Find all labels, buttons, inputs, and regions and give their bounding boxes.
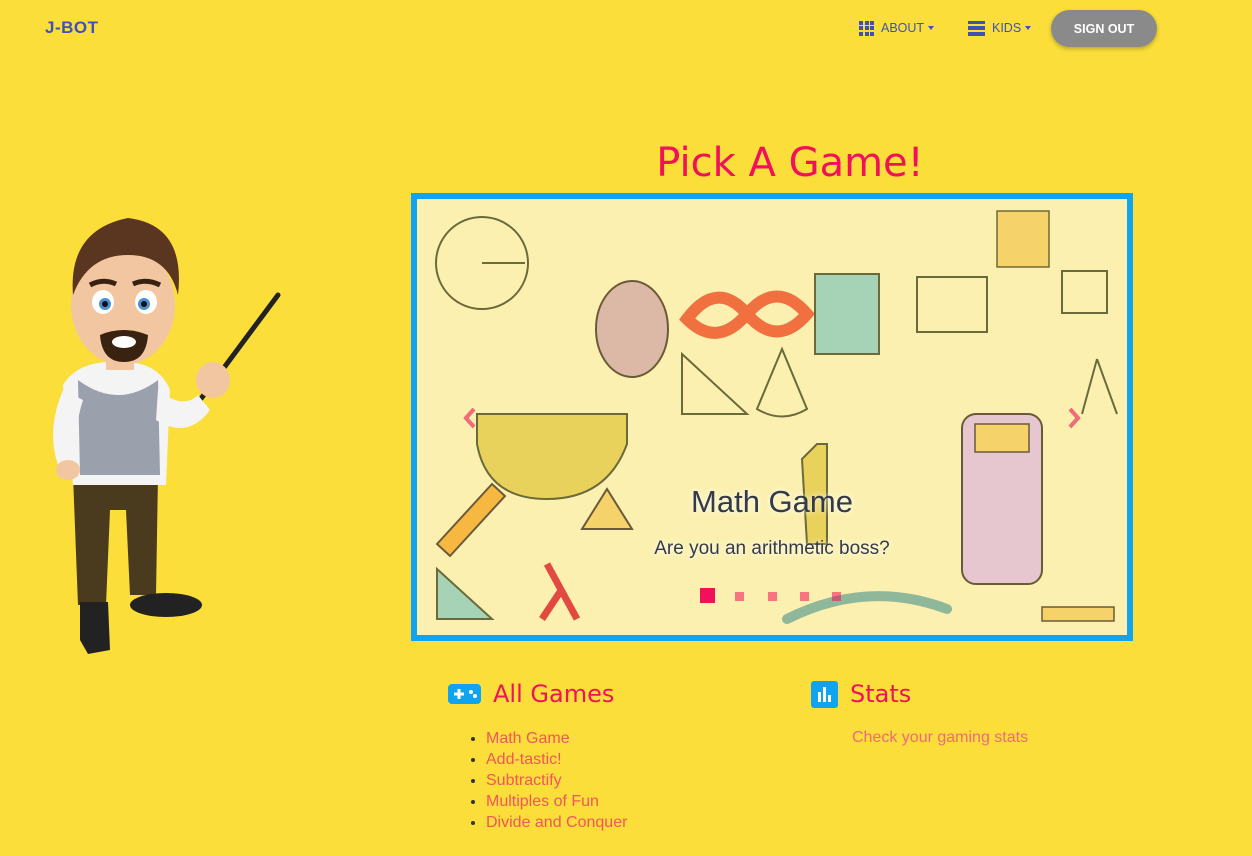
- game-link[interactable]: Math Game: [486, 730, 570, 747]
- nav-kids-label: KIDS: [992, 21, 1022, 35]
- game-carousel[interactable]: [411, 193, 1133, 641]
- carousel-indicator[interactable]: [800, 592, 809, 601]
- carousel-indicator[interactable]: [832, 592, 841, 601]
- carousel-next-icon[interactable]: [1066, 406, 1082, 430]
- list-item: Add-tastic!: [486, 749, 627, 770]
- list-item: Math Game: [486, 728, 627, 749]
- games-list: Math Game Add-tastic! Subtractify Multip…: [466, 728, 627, 833]
- carousel-prev-icon[interactable]: [462, 406, 478, 430]
- slide-caption: Are you an arithmetic boss?: [654, 538, 890, 559]
- carousel-indicator[interactable]: [735, 592, 744, 601]
- page-title: Pick A Game!: [656, 140, 924, 186]
- caret-down-icon: [928, 26, 935, 30]
- stats-link[interactable]: Check your gaming stats: [852, 729, 1028, 747]
- nav-about-label: ABOUT: [881, 21, 925, 35]
- stats-title: Stats: [850, 680, 912, 708]
- list-icon: [968, 20, 985, 36]
- slide-title: Math Game: [691, 484, 853, 519]
- bar-chart-icon: [811, 680, 838, 708]
- all-games-title: All Games: [493, 680, 615, 708]
- grid-icon: [859, 20, 874, 36]
- brand-logo[interactable]: J-BOT: [45, 18, 99, 38]
- carousel-indicators: [700, 588, 850, 606]
- carousel-indicator[interactable]: [700, 588, 715, 603]
- gamepad-icon: [448, 684, 481, 704]
- nav-about-dropdown[interactable]: ABOUT: [859, 19, 935, 37]
- list-item: Divide and Conquer: [486, 812, 627, 833]
- list-item: Multiples of Fun: [486, 791, 627, 812]
- list-item: Subtractify: [486, 770, 627, 791]
- sign-out-button[interactable]: SIGN OUT: [1051, 10, 1157, 47]
- game-link[interactable]: Multiples of Fun: [486, 793, 599, 810]
- game-link[interactable]: Subtractify: [486, 772, 562, 789]
- caret-down-icon: [1025, 26, 1032, 30]
- nav-kids-dropdown[interactable]: KIDS: [968, 19, 1032, 37]
- all-games-heading: All Games: [448, 680, 614, 708]
- teacher-avatar-illustration: [53, 218, 281, 654]
- stats-heading: Stats: [811, 680, 911, 708]
- math-doodle-background: [417, 199, 1127, 635]
- game-link[interactable]: Add-tastic!: [486, 751, 562, 768]
- game-link[interactable]: Divide and Conquer: [486, 814, 627, 831]
- carousel-indicator[interactable]: [768, 592, 777, 601]
